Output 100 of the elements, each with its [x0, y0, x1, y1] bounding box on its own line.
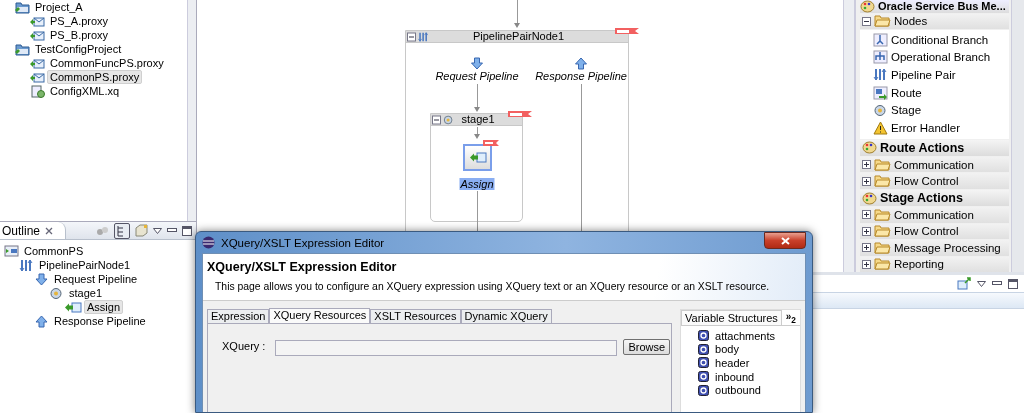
- expand-icon[interactable]: [862, 176, 871, 186]
- dialog-heading: XQuery/XSLT Expression Editor: [207, 260, 398, 274]
- variable-name[interactable]: attachments: [715, 329, 775, 342]
- tree-item[interactable]: Project_A: [32, 0, 86, 14]
- scrollbar[interactable]: [1011, 0, 1024, 272]
- palette-category[interactable]: Stage Actions: [860, 189, 1009, 207]
- drawer-label: Flow Control: [894, 225, 959, 238]
- variable-name[interactable]: body: [715, 343, 739, 356]
- maximize-icon[interactable]: [1008, 278, 1018, 289]
- arrow-icon: [468, 152, 487, 163]
- close-icon: [780, 236, 790, 245]
- pin-icon[interactable]: [957, 277, 971, 290]
- item-label: Route: [891, 86, 922, 99]
- tab[interactable]: Expression: [207, 309, 270, 323]
- drawer-label: Message Processing: [894, 241, 1001, 254]
- item-label: Conditional Branch: [891, 33, 989, 46]
- up-arrow-icon: [573, 57, 589, 70]
- tree-item[interactable]: ConfigXML.xq: [47, 84, 123, 98]
- node-title: stage1: [460, 114, 496, 125]
- outline-tab[interactable]: Outline: [0, 222, 67, 239]
- tree-item[interactable]: Response Pipeline: [51, 314, 149, 328]
- folder-icon: [874, 208, 891, 221]
- close-icon[interactable]: [45, 226, 54, 235]
- tree-item[interactable]: PipelinePairNode1: [36, 258, 134, 272]
- drawer-label: Flow Control: [894, 175, 959, 188]
- tab[interactable]: XSLT Resources: [370, 309, 461, 323]
- flag-icon: [483, 140, 499, 146]
- field-label: XQuery :: [222, 340, 266, 352]
- palette-item[interactable]: Route: [860, 83, 1009, 102]
- up-arrow-icon: [34, 314, 49, 328]
- tree-item[interactable]: PS_A.proxy: [47, 14, 112, 28]
- cube-icon[interactable]: [135, 224, 148, 237]
- tree-item[interactable]: CommonPS.proxy: [47, 70, 143, 84]
- tree-item[interactable]: Request Pipeline: [51, 272, 141, 286]
- view-menu-icon[interactable]: [977, 280, 986, 287]
- category-label: Stage Actions: [880, 191, 963, 206]
- tree-item[interactable]: Assign: [84, 300, 124, 314]
- tab[interactable]: XQuery Resources: [269, 308, 371, 323]
- collapse-icon[interactable]: [862, 16, 871, 26]
- tree-item[interactable]: stage1: [66, 286, 106, 300]
- palette-item[interactable]: Error Handler: [860, 118, 1009, 137]
- palette-drawer[interactable]: Message Processing: [860, 240, 1009, 256]
- palette-item[interactable]: Conditional Branch: [860, 31, 1009, 49]
- drawer-label: Communication: [894, 158, 974, 171]
- folder-icon: [874, 258, 891, 271]
- variable-name[interactable]: header: [715, 357, 750, 369]
- palette-item[interactable]: Pipeline Pair: [860, 66, 1009, 84]
- scrollbar[interactable]: [843, 0, 854, 272]
- palette-drawer[interactable]: Communication: [860, 207, 1009, 223]
- variable-icon: [698, 330, 710, 342]
- down-arrow-icon: [469, 57, 485, 70]
- minimize-icon[interactable]: [167, 228, 177, 233]
- palette-drawer[interactable]: Communication: [860, 156, 1009, 173]
- tree-icon[interactable]: [114, 222, 130, 239]
- palette-drawer[interactable]: Flow Control: [860, 173, 1009, 189]
- more-tabs-button[interactable]: »$_{2}$: [781, 311, 800, 325]
- browse-button[interactable]: Browse: [623, 339, 671, 355]
- variable-icon: [698, 371, 710, 383]
- variable-icon: [698, 357, 710, 369]
- xquery-input-field[interactable]: [275, 340, 618, 356]
- tree-item[interactable]: TestConfigProject: [32, 42, 125, 56]
- tree-item[interactable]: CommonPS: [21, 244, 87, 258]
- variable-name[interactable]: inbound: [715, 370, 755, 383]
- palette-item[interactable]: Operational Branch: [860, 48, 1009, 67]
- close-button[interactable]: [764, 232, 806, 249]
- palette-category[interactable]: Route Actions: [860, 139, 1009, 156]
- expand-icon[interactable]: [862, 243, 871, 253]
- window-title: XQuery/XSLT Expression Editor: [221, 236, 385, 249]
- warning-icon: [873, 120, 888, 135]
- pipeline-label[interactable]: Request Pipeline: [435, 70, 519, 82]
- drawer-label: Communication: [894, 208, 974, 221]
- item-label: Pipeline Pair: [891, 68, 956, 81]
- palette-item[interactable]: Stage: [860, 101, 1009, 119]
- expand-icon[interactable]: [862, 210, 871, 220]
- expand-icon[interactable]: [862, 259, 871, 269]
- variable-icon: [698, 384, 710, 396]
- branch-icon: [873, 50, 888, 65]
- dialog-description: This page allows you to configure an XQuery expression using XQuery text or an XQuery resource or an XSLT resource.: [215, 281, 771, 292]
- expand-icon[interactable]: [862, 160, 871, 170]
- minimize-icon[interactable]: [992, 281, 1002, 286]
- tree-item[interactable]: CommonFuncPS.proxy: [47, 56, 167, 70]
- branch-icon: [873, 32, 888, 47]
- tree-item[interactable]: PS_B.proxy: [47, 28, 112, 42]
- folder-icon: [874, 15, 891, 28]
- tab[interactable]: Dynamic XQuery: [460, 309, 552, 323]
- document-icon: [30, 84, 45, 98]
- variable-structures-tab[interactable]: Variable Structures: [681, 310, 782, 325]
- expand-icon[interactable]: [862, 226, 871, 236]
- stage-node[interactable]: stage1 Assign: [430, 113, 523, 222]
- palette-drawer[interactable]: Flow Control: [860, 223, 1009, 240]
- variable-name[interactable]: outbound: [715, 384, 761, 397]
- action-label[interactable]: Assign: [459, 178, 495, 190]
- maximize-icon[interactable]: [182, 225, 192, 236]
- palette-drawer[interactable]: Nodes: [860, 13, 1009, 29]
- action-node[interactable]: [463, 144, 492, 171]
- flag-icon: [615, 28, 639, 35]
- view-menu-icon[interactable]: [153, 227, 162, 234]
- pipeline-label[interactable]: Response Pipeline: [535, 70, 627, 82]
- palette-drawer[interactable]: Reporting: [860, 256, 1009, 272]
- scrollbar[interactable]: [187, 0, 196, 221]
